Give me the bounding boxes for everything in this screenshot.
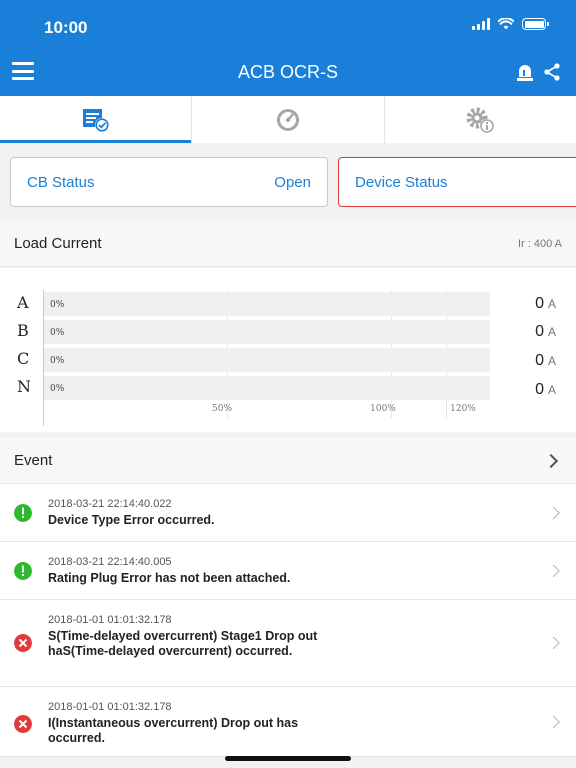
status-icons <box>472 18 549 30</box>
cb-status-label: CB Status <box>27 173 95 191</box>
event-time: 2018-01-01 01:01:32.178 <box>48 701 172 713</box>
tick-label-100: 100% <box>370 404 396 414</box>
bar-track-c <box>44 348 490 372</box>
bar-pct-c: 0% <box>50 356 65 366</box>
tick-label-120: 120% <box>450 404 476 414</box>
event-message: Rating Plug Error has not been attached. <box>48 571 291 585</box>
event-item[interactable]: 2018-01-01 01:01:32.178 I(Instantaneous … <box>0 687 576 757</box>
phase-label-c: C <box>17 349 30 368</box>
current-value: 0 <box>535 352 544 369</box>
event-list: 2018-03-21 22:14:40.022 Device Type Erro… <box>0 484 576 757</box>
event-message: S(Time-delayed overcurrent) Stage1 Drop … <box>48 629 318 658</box>
status-report-icon <box>82 108 109 132</box>
ir-rating: Ir : 400 A <box>517 237 562 250</box>
error-icon <box>14 715 32 733</box>
current-value-a: 0 A <box>535 295 556 313</box>
bar-track-b <box>44 320 490 344</box>
chevron-right-icon <box>543 453 559 468</box>
tab-status[interactable] <box>0 96 193 143</box>
event-message: I(Instantaneous overcurrent) Drop out ha… <box>48 716 299 745</box>
warning-icon <box>14 504 32 522</box>
bar-track-a <box>44 292 490 316</box>
current-value-c: 0 A <box>535 352 556 370</box>
tab-gauge[interactable] <box>192 96 385 143</box>
event-item[interactable]: 2018-03-21 22:14:40.005 Rating Plug Erro… <box>0 542 576 600</box>
event-message: Device Type Error occurred. <box>48 513 215 527</box>
event-item[interactable]: 2018-03-21 22:14:40.022 Device Type Erro… <box>0 484 576 542</box>
status-time: 10:00 <box>44 18 88 37</box>
app-title: ACB OCR-S <box>237 62 338 82</box>
load-current-header: Load Current Ir : 400 A <box>0 221 576 267</box>
device-status-label: Device Status <box>355 173 448 191</box>
event-time: 2018-03-21 22:14:40.005 <box>48 556 172 568</box>
load-current-title: Load Current <box>14 235 102 252</box>
share-icon[interactable] <box>542 62 562 82</box>
tab-settings[interactable] <box>385 96 576 143</box>
gauge-icon <box>276 108 299 131</box>
app-header: 10:00 ACB OCR-S <box>0 0 576 96</box>
current-value: 0 <box>535 381 544 398</box>
event-item[interactable]: 2018-01-01 01:01:32.178 S(Time-delayed o… <box>0 600 576 687</box>
phase-label-a: A <box>17 293 29 312</box>
home-indicator <box>225 756 351 761</box>
battery-icon <box>522 18 549 30</box>
error-icon <box>14 634 32 652</box>
current-unit: A <box>547 297 556 311</box>
tab-bar <box>0 96 576 143</box>
chevron-right-icon <box>547 715 560 728</box>
cellular-signal-icon <box>472 18 490 30</box>
event-time: 2018-03-21 22:14:40.022 <box>48 498 172 510</box>
chart-y-axis <box>43 290 44 426</box>
current-value: 0 <box>535 323 544 340</box>
device-status-card[interactable]: Device Status <box>338 157 576 207</box>
wifi-icon <box>498 18 514 30</box>
bar-pct-b: 0% <box>50 328 65 338</box>
tick-label-50: 50% <box>211 404 233 414</box>
settings-info-icon <box>466 107 495 133</box>
chevron-right-icon <box>547 636 560 650</box>
event-time: 2018-01-01 01:01:32.178 <box>48 614 172 626</box>
cb-status-card[interactable]: CB Status Open <box>10 157 328 207</box>
bar-track-n <box>44 376 490 400</box>
chevron-right-icon <box>547 564 560 577</box>
chevron-right-icon <box>547 506 560 519</box>
current-value-n: 0 A <box>535 381 556 399</box>
current-value: 0 <box>535 295 544 312</box>
phase-label-b: B <box>17 321 29 340</box>
alarm-icon[interactable] <box>514 62 536 82</box>
warning-icon <box>14 562 32 580</box>
load-current-chart: A B C N 0% 0% 0% 0% 50% 100% 120% 0 A 0 … <box>0 268 576 432</box>
cb-status-value: Open <box>274 173 311 191</box>
current-unit: A <box>547 325 556 339</box>
phase-label-n: N <box>17 377 31 396</box>
current-value-b: 0 A <box>535 323 556 341</box>
current-unit: A <box>547 354 556 368</box>
current-unit: A <box>547 383 556 397</box>
event-title: Event <box>14 452 53 469</box>
status-card-row: CB Status Open Device Status <box>0 143 576 221</box>
event-header[interactable]: Event <box>0 438 576 484</box>
bar-pct-n: 0% <box>50 384 65 394</box>
bar-pct-a: 0% <box>50 300 65 310</box>
